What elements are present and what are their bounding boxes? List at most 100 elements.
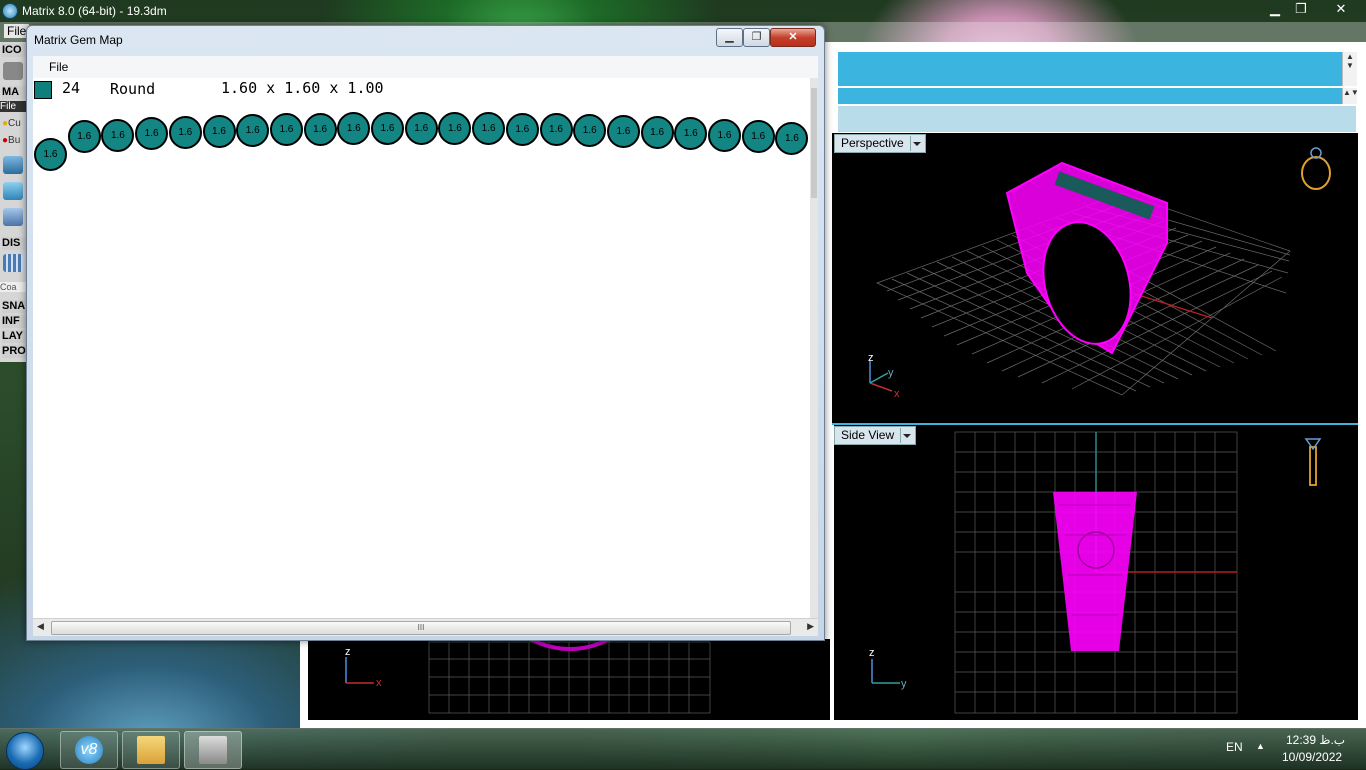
gem-map-window: Matrix Gem Map ▁ ❐ ✕ File 24 Round 1.60 … xyxy=(26,25,825,641)
taskbar: v8 EN ▲ 12:39 ب.ظ 10/09/2022 xyxy=(0,728,1366,770)
gem-summary-row[interactable]: 24 Round 1.60 x 1.60 x 1.00 xyxy=(33,78,810,100)
gem-color-swatch[interactable] xyxy=(34,81,52,99)
ring-side-icon[interactable] xyxy=(1304,438,1322,486)
command-input-field[interactable] xyxy=(838,88,1342,104)
gem-close-button[interactable]: ✕ xyxy=(770,28,816,47)
panel-display-header[interactable]: DIS xyxy=(2,237,26,250)
grid-icon[interactable] xyxy=(3,254,23,272)
side-axis-gizmo: z y xyxy=(869,647,907,690)
disk-icon[interactable] xyxy=(3,182,23,200)
main-minimize-button[interactable]: ▁ xyxy=(1262,0,1288,18)
ring-model-side xyxy=(1053,492,1137,651)
chevron-down-icon[interactable] xyxy=(909,136,921,151)
blocks-icon[interactable] xyxy=(3,208,23,226)
side-axis-y: y xyxy=(901,678,907,690)
gem-stone[interactable]: 1.6 xyxy=(438,112,472,145)
gem-stone[interactable]: 1.6 xyxy=(101,119,135,152)
taskbar-rhino-matrix[interactable] xyxy=(184,731,242,769)
front-viewport[interactable]: z x xyxy=(308,639,830,720)
toolbar-band xyxy=(838,106,1356,132)
gem-stone[interactable]: 1.6 xyxy=(472,112,506,145)
clock-time[interactable]: 12:39 ب.ظ xyxy=(1286,733,1345,747)
side-scene: z y xyxy=(869,431,1322,714)
chevron-down-icon[interactable] xyxy=(900,428,912,443)
gem-map-title: Matrix Gem Map xyxy=(34,33,123,47)
gem-stone[interactable]: 1.6 xyxy=(34,138,67,171)
command-scrollbar[interactable]: ▲ ▼ xyxy=(1342,52,1357,86)
gem-stone[interactable]: 1.6 xyxy=(236,114,270,147)
main-restore-button[interactable]: ❐ xyxy=(1288,0,1314,18)
gem-horizontal-scrollbar[interactable]: ◀ III ▶ xyxy=(33,618,818,636)
panel-properties-header[interactable]: PRO xyxy=(2,345,26,358)
panel-matrix-header[interactable]: MA xyxy=(2,86,26,99)
ring-model-perspective xyxy=(1005,161,1168,355)
persp-axis-x: x xyxy=(894,388,900,400)
gem-stone[interactable]: 1.6 xyxy=(640,116,674,149)
panel-build-item[interactable]: ●Bu xyxy=(2,135,20,146)
gem-menu-file[interactable]: File xyxy=(49,60,68,74)
perspective-viewport[interactable]: z y x Perspective xyxy=(832,133,1358,423)
clock-date[interactable]: 10/09/2022 xyxy=(1282,750,1342,764)
panel-coords-field[interactable]: Coa xyxy=(0,282,28,292)
gem-vertical-scrollbar[interactable] xyxy=(810,78,818,618)
gem-stone[interactable]: 1.6 xyxy=(168,116,202,149)
gem-stone[interactable]: 1.6 xyxy=(371,112,404,145)
gem-map-content: 24 Round 1.60 x 1.60 x 1.00 1.6 1.6 1.6 1.6… xyxy=(33,78,810,618)
gem-minimize-button[interactable]: ▁ xyxy=(716,28,743,47)
hscroll-thumb[interactable]: III xyxy=(51,621,791,635)
gem-stone[interactable]: 1.6 xyxy=(708,119,741,152)
scroll-left-icon[interactable]: ◀ xyxy=(37,621,44,632)
persp-axis-z: z xyxy=(868,352,874,364)
side-viewport[interactable]: z y Side View xyxy=(834,425,1358,720)
perspective-scene: z y x xyxy=(868,147,1331,400)
panel-snap-header[interactable]: SNA xyxy=(2,300,26,313)
main-titlebar: Matrix 8.0 (64-bit) - 19.3dm ▁ ❐ ✕ xyxy=(0,0,1366,22)
gem-stone[interactable]: 1.6 xyxy=(404,112,438,145)
command-history-area xyxy=(838,52,1342,86)
gem-stone[interactable]: 1.6 xyxy=(269,113,303,146)
gem-count: 24 xyxy=(62,79,81,97)
command-input-scrollbar[interactable]: ▲▼ xyxy=(1342,88,1359,104)
left-tool-panel: ICO MA File ●Cu ●Bu DIS Coa SNA INF LAY … xyxy=(0,42,28,362)
side-view-label: Side View xyxy=(841,428,895,442)
perspective-label: Perspective xyxy=(841,136,904,150)
taskbar-explorer[interactable] xyxy=(122,731,180,769)
molecule-icon[interactable] xyxy=(3,62,23,80)
panel-curve-item[interactable]: ●Cu xyxy=(2,118,21,129)
tray-expand-icon[interactable]: ▲ xyxy=(1256,741,1265,751)
folder-icon xyxy=(137,736,165,764)
gem-stone[interactable]: 1.6 xyxy=(202,115,236,148)
panel-icons-header[interactable]: ICO xyxy=(2,44,26,57)
gem-stone[interactable]: 1.6 xyxy=(505,113,539,146)
gem-stone[interactable]: 1.6 xyxy=(775,122,809,155)
rhino-icon xyxy=(199,736,227,764)
start-button[interactable] xyxy=(6,732,44,770)
scroll-right-icon[interactable]: ▶ xyxy=(807,621,814,632)
front-axis-z: z xyxy=(345,646,351,658)
language-indicator[interactable]: EN xyxy=(1226,740,1243,754)
panel-layers-header[interactable]: LAY xyxy=(2,330,26,343)
panel-info-header[interactable]: INF xyxy=(2,315,26,328)
gem-stone[interactable]: 1.6 xyxy=(674,117,708,150)
perspective-view-selector[interactable]: Perspective xyxy=(834,134,926,153)
main-close-button[interactable]: ✕ xyxy=(1326,0,1356,18)
v8-logo-icon: v8 xyxy=(75,736,103,764)
gem-restore-button[interactable]: ❐ xyxy=(743,28,770,47)
gem-stone[interactable]: 1.6 xyxy=(539,113,573,146)
front-scene: z x xyxy=(345,639,711,714)
gem-stone[interactable]: 1.6 xyxy=(741,120,775,153)
panel-file-label[interactable]: File xyxy=(0,101,28,112)
vscroll-thumb[interactable] xyxy=(811,88,817,198)
side-view-selector[interactable]: Side View xyxy=(834,426,917,445)
ring-view-icon[interactable] xyxy=(1301,147,1331,190)
persp-axis-y: y xyxy=(888,367,894,379)
taskbar-v8-app[interactable]: v8 xyxy=(60,731,118,769)
gem-stone[interactable]: 1.6 xyxy=(135,117,169,150)
gem-stone[interactable]: 1.6 xyxy=(67,120,101,153)
gem-stone[interactable]: 1.6 xyxy=(303,113,337,146)
gem-stone[interactable]: 1.6 xyxy=(573,114,607,147)
gem-stone[interactable]: 1.6 xyxy=(606,115,640,148)
gem-stone[interactable]: 1.6 xyxy=(337,112,371,145)
gem-shape: Round xyxy=(110,80,156,98)
layers-icon[interactable] xyxy=(3,156,23,174)
